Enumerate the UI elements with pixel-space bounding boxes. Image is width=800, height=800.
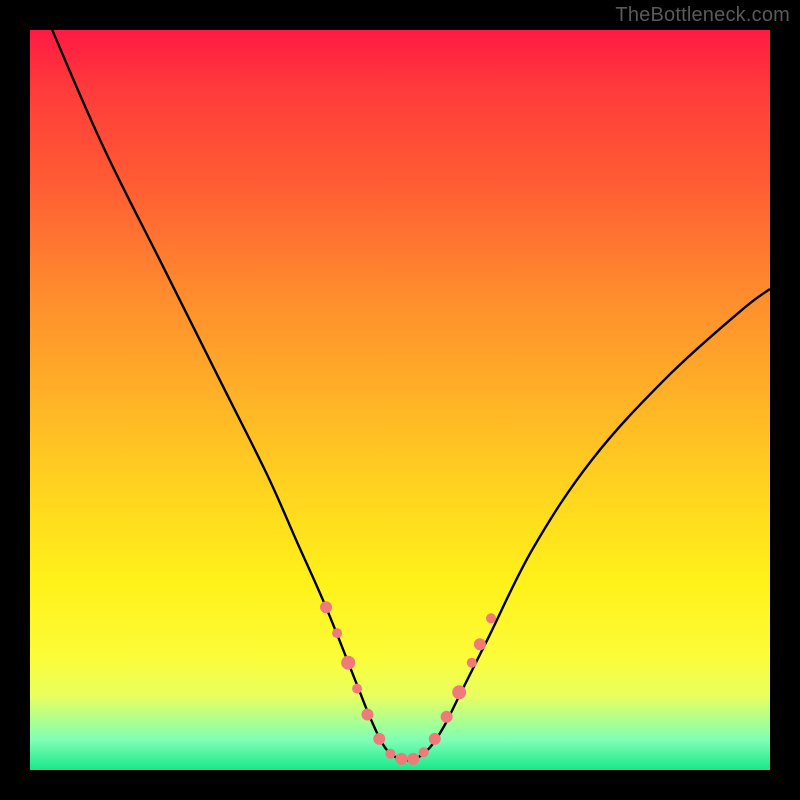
marker-dot xyxy=(332,628,342,638)
chart-svg xyxy=(30,30,770,770)
chart-frame: TheBottleneck.com xyxy=(0,0,800,800)
marker-dot xyxy=(486,613,496,623)
marker-dot xyxy=(373,733,385,745)
marker-dot xyxy=(452,685,466,699)
marker-dot xyxy=(407,753,419,765)
marker-dot xyxy=(441,711,453,723)
marker-dot xyxy=(352,684,362,694)
marker-dot xyxy=(320,601,332,613)
curve-path xyxy=(52,30,770,760)
marker-dot xyxy=(419,747,429,757)
watermark-text: TheBottleneck.com xyxy=(615,4,790,27)
curve-line xyxy=(52,30,770,760)
marker-dot xyxy=(341,656,355,670)
marker-dot xyxy=(429,733,441,745)
marker-dot xyxy=(361,709,373,721)
marker-dot xyxy=(385,749,395,759)
marker-dot xyxy=(395,753,407,765)
marker-dot xyxy=(474,638,486,650)
curve-markers xyxy=(320,601,496,765)
marker-dot xyxy=(467,658,477,668)
